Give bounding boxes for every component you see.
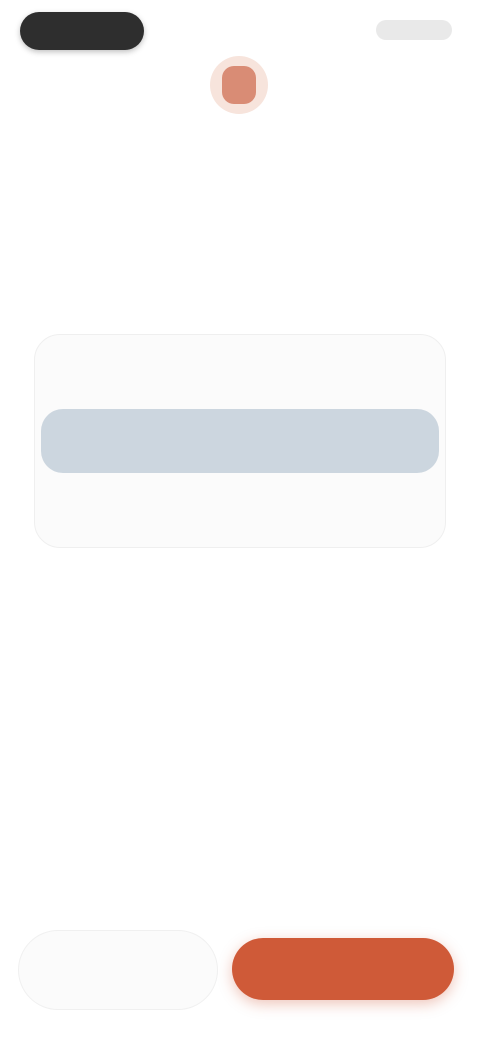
- option-item-3[interactable]: [41, 477, 439, 541]
- app-icon: [210, 56, 268, 114]
- option-item-2-selected[interactable]: [41, 409, 439, 473]
- option-item-1[interactable]: [41, 341, 439, 405]
- secondary-button[interactable]: [18, 930, 218, 1010]
- app-icon-glyph: [222, 66, 256, 104]
- option-list: [34, 334, 446, 548]
- top-right-action[interactable]: [376, 20, 452, 40]
- top-left-pill-button[interactable]: [20, 12, 144, 50]
- primary-button[interactable]: [232, 938, 454, 1000]
